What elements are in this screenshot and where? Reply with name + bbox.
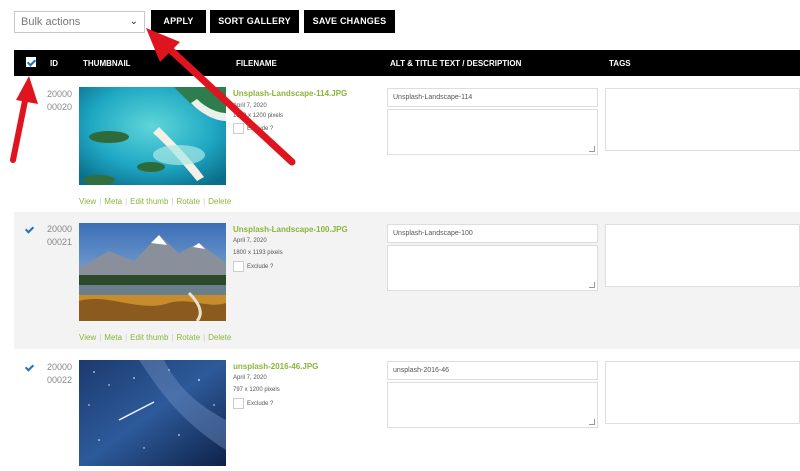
arrow-to-select-all-icon (10, 76, 38, 163)
arrow-to-bulk-actions-icon (146, 28, 296, 166)
annotation-arrows (10, 28, 296, 166)
